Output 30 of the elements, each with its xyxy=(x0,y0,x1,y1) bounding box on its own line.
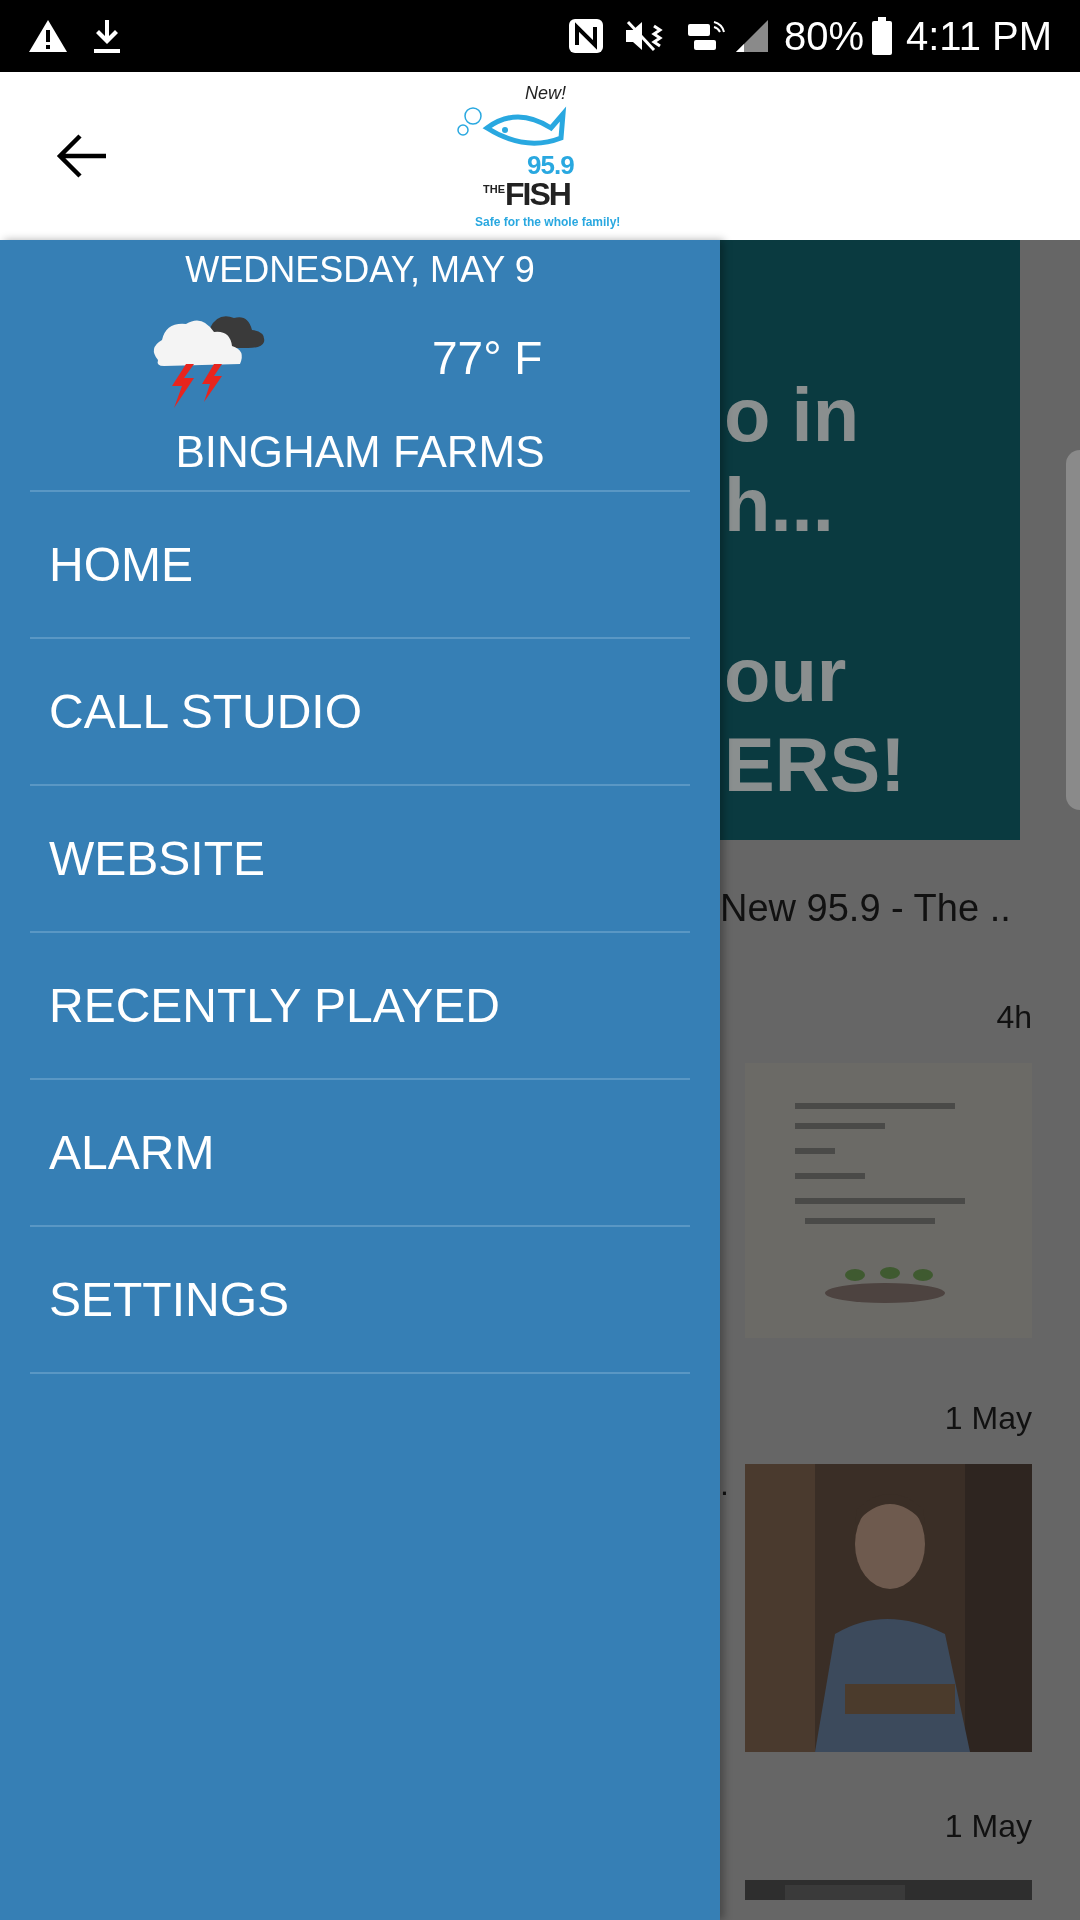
logo-tagline: Safe for the whole family! xyxy=(475,216,621,228)
download-icon xyxy=(92,18,122,54)
post-time: 1 May xyxy=(944,1399,1032,1438)
menu-item[interactable]: CALL STUDIO xyxy=(30,639,690,784)
warning-icon xyxy=(28,19,68,53)
logo-frequency: 95.9 xyxy=(527,152,574,178)
banner-text: ERS! xyxy=(724,721,907,809)
battery-percentage: 80% xyxy=(783,13,864,60)
menu-item[interactable]: SETTINGS xyxy=(30,1227,690,1372)
banner-text: o in xyxy=(724,371,861,459)
post-title: New 95.9 - The .. xyxy=(720,886,1012,931)
banner-text: h... xyxy=(724,461,835,549)
post-time: 1 May xyxy=(944,1807,1033,1846)
menu-item[interactable]: WEBSITE xyxy=(30,786,690,931)
post-text: . xyxy=(720,1465,729,1504)
banner-text: our xyxy=(724,631,848,719)
logo-name: FISH xyxy=(505,178,570,210)
battery-icon xyxy=(872,17,892,55)
date-label: WEDNESDAY, MAY 9 xyxy=(185,248,535,292)
menu-item[interactable]: HOME xyxy=(30,492,690,637)
back-arrow-icon xyxy=(56,133,108,179)
post-time: 4h xyxy=(996,998,1032,1037)
logo-the: THE xyxy=(483,184,505,195)
location-label: BINGHAM FARMS xyxy=(175,426,545,478)
nfc-icon xyxy=(567,18,604,54)
menu-item[interactable]: ALARM xyxy=(30,1080,690,1225)
clock: 4:11 PM xyxy=(906,13,1052,60)
logo-new-label: New! xyxy=(525,84,566,102)
menu-item[interactable]: RECENTLY PLAYED xyxy=(30,933,690,1078)
temperature: 77° F xyxy=(432,330,543,386)
